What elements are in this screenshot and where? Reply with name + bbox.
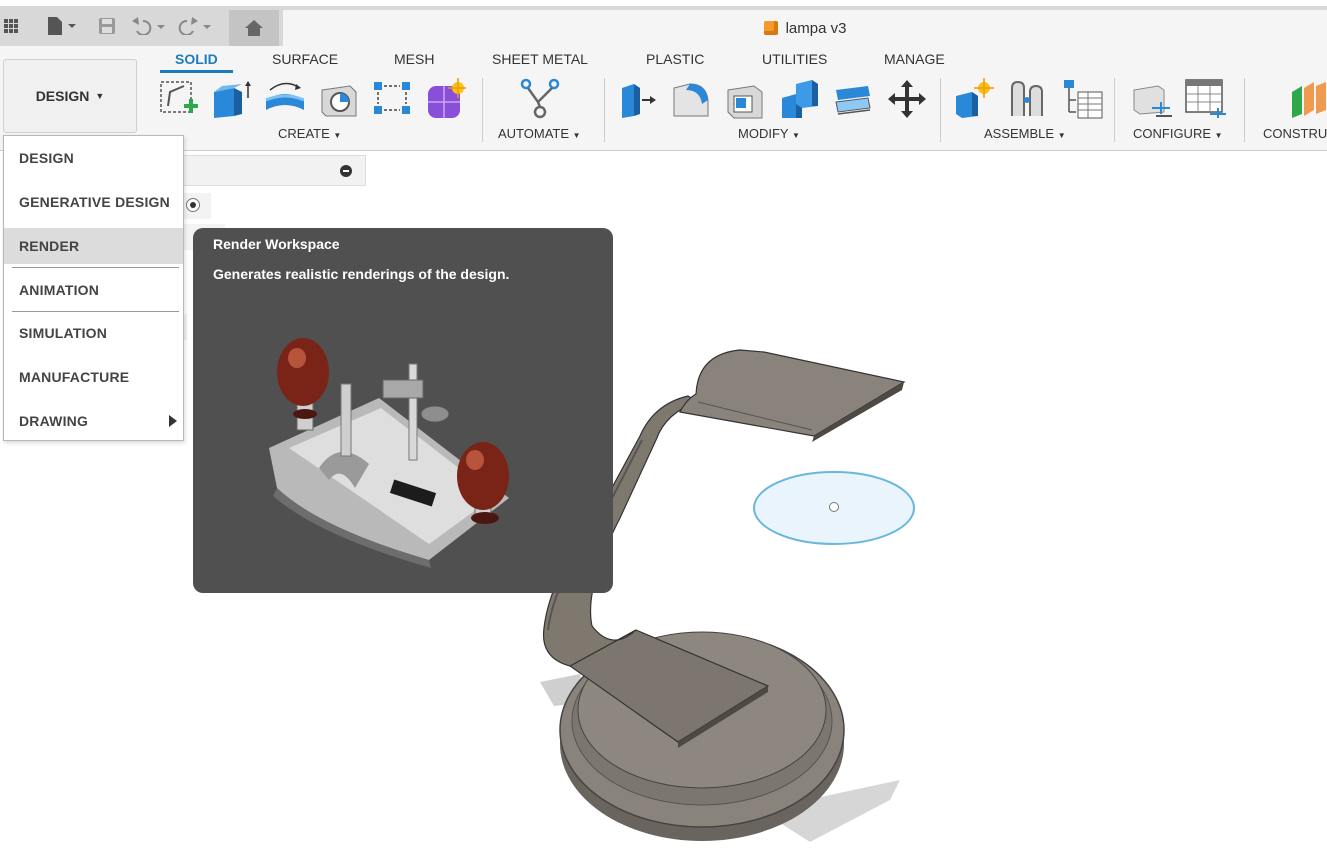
workspace-item-design[interactable]: DESIGN — [4, 140, 183, 176]
pattern-icon[interactable] — [372, 78, 414, 120]
combine-icon[interactable] — [778, 78, 820, 120]
tab-sheet-metal[interactable]: SHEET METAL — [492, 51, 588, 67]
tooltip-description: Generates realistic renderings of the de… — [213, 266, 510, 282]
toolbar-separator — [1114, 78, 1115, 142]
configure-icon[interactable] — [1130, 78, 1172, 120]
toolbar-separator — [604, 78, 605, 142]
chevron-down-icon: ▼ — [1214, 131, 1223, 140]
home-icon — [245, 20, 263, 36]
construction-plane-icon[interactable] — [1290, 78, 1327, 120]
document-tab[interactable]: lampa v3 — [283, 10, 1327, 46]
workspace-item-render[interactable]: RENDER — [4, 228, 183, 264]
workspace-item-animation[interactable]: ANIMATION — [4, 272, 183, 308]
file-menu-icon[interactable] — [36, 6, 86, 46]
group-assemble[interactable]: ASSEMBLE ▼ — [984, 126, 1066, 141]
collapse-panel-icon[interactable] — [340, 165, 352, 177]
undo-icon[interactable] — [128, 6, 168, 46]
menu-divider — [12, 267, 179, 268]
group-create[interactable]: CREATE ▼ — [278, 126, 341, 141]
visibility-icon[interactable] — [186, 198, 200, 212]
active-tab-indicator — [160, 70, 233, 73]
router-plane-preview-image — [269, 338, 509, 568]
chevron-down-icon: ▼ — [572, 131, 581, 140]
toolbar-separator — [1244, 78, 1245, 142]
fillet-icon[interactable] — [670, 78, 712, 120]
quick-access-toolbar — [0, 6, 214, 46]
home-tab[interactable] — [229, 10, 279, 46]
component-cube-icon — [763, 21, 778, 35]
revolve-icon[interactable] — [262, 78, 304, 120]
tab-mesh[interactable]: MESH — [394, 51, 434, 67]
workspace-item-generative-design[interactable]: GENERATIVE DESIGN — [4, 184, 183, 220]
sketch-circle[interactable] — [752, 468, 918, 548]
tab-plastic[interactable]: PLASTIC — [646, 51, 704, 67]
move-copy-icon[interactable] — [886, 78, 928, 120]
menu-divider — [12, 311, 179, 312]
tooltip-title: Render Workspace — [213, 236, 340, 252]
chevron-down-icon: ▼ — [333, 131, 342, 140]
browser-panel-header — [183, 155, 366, 186]
toolbar-separator — [482, 78, 483, 142]
form-icon[interactable] — [424, 78, 466, 120]
offset-face-icon[interactable] — [832, 78, 874, 120]
configuration-table-icon[interactable] — [1184, 78, 1226, 120]
submenu-arrow-icon — [169, 415, 177, 427]
tab-utilities[interactable]: UTILITIES — [762, 51, 827, 67]
workspace-item-simulation[interactable]: SIMULATION — [4, 315, 183, 351]
bill-of-materials-icon[interactable] — [1062, 78, 1104, 120]
document-title: lampa v3 — [785, 19, 847, 37]
workspace-menu: DESIGN GENERATIVE DESIGN RENDER ANIMATIO… — [3, 135, 184, 441]
group-construct[interactable]: CONSTRU — [1263, 126, 1327, 141]
tab-manage[interactable]: MANAGE — [884, 51, 945, 67]
group-modify[interactable]: MODIFY ▼ — [738, 126, 800, 141]
workspace-item-manufacture[interactable]: MANUFACTURE — [4, 359, 183, 395]
workspace-item-drawing[interactable]: DRAWING — [4, 403, 183, 439]
toolbar-separator — [940, 78, 941, 142]
redo-icon[interactable] — [174, 6, 214, 46]
apps-grid-icon[interactable] — [0, 6, 22, 46]
workspace-item-drawing-label: DRAWING — [19, 413, 89, 429]
save-icon[interactable] — [94, 6, 120, 46]
chevron-down-icon: ▼ — [1057, 131, 1066, 140]
tab-solid[interactable]: SOLID — [175, 51, 218, 67]
create-sketch-icon[interactable] — [158, 78, 200, 120]
hole-icon[interactable] — [318, 78, 360, 120]
tab-surface[interactable]: SURFACE — [272, 51, 338, 67]
group-automate[interactable]: AUTOMATE ▼ — [498, 126, 581, 141]
workspace-label: DESIGN — [35, 88, 90, 104]
render-workspace-tooltip: Render Workspace Generates realistic ren… — [193, 228, 613, 593]
automate-icon[interactable] — [518, 78, 560, 120]
chevron-down-icon: ▼ — [95, 91, 105, 101]
shell-icon[interactable] — [724, 78, 766, 120]
press-pull-icon[interactable] — [616, 78, 658, 120]
group-configure[interactable]: CONFIGURE ▼ — [1133, 126, 1223, 141]
extrude-icon[interactable] — [210, 78, 252, 120]
joint-icon[interactable] — [1008, 78, 1050, 120]
new-component-icon[interactable] — [952, 78, 994, 120]
chevron-down-icon: ▼ — [791, 131, 800, 140]
workspace-switcher-button[interactable]: DESIGN ▼ — [3, 59, 137, 133]
